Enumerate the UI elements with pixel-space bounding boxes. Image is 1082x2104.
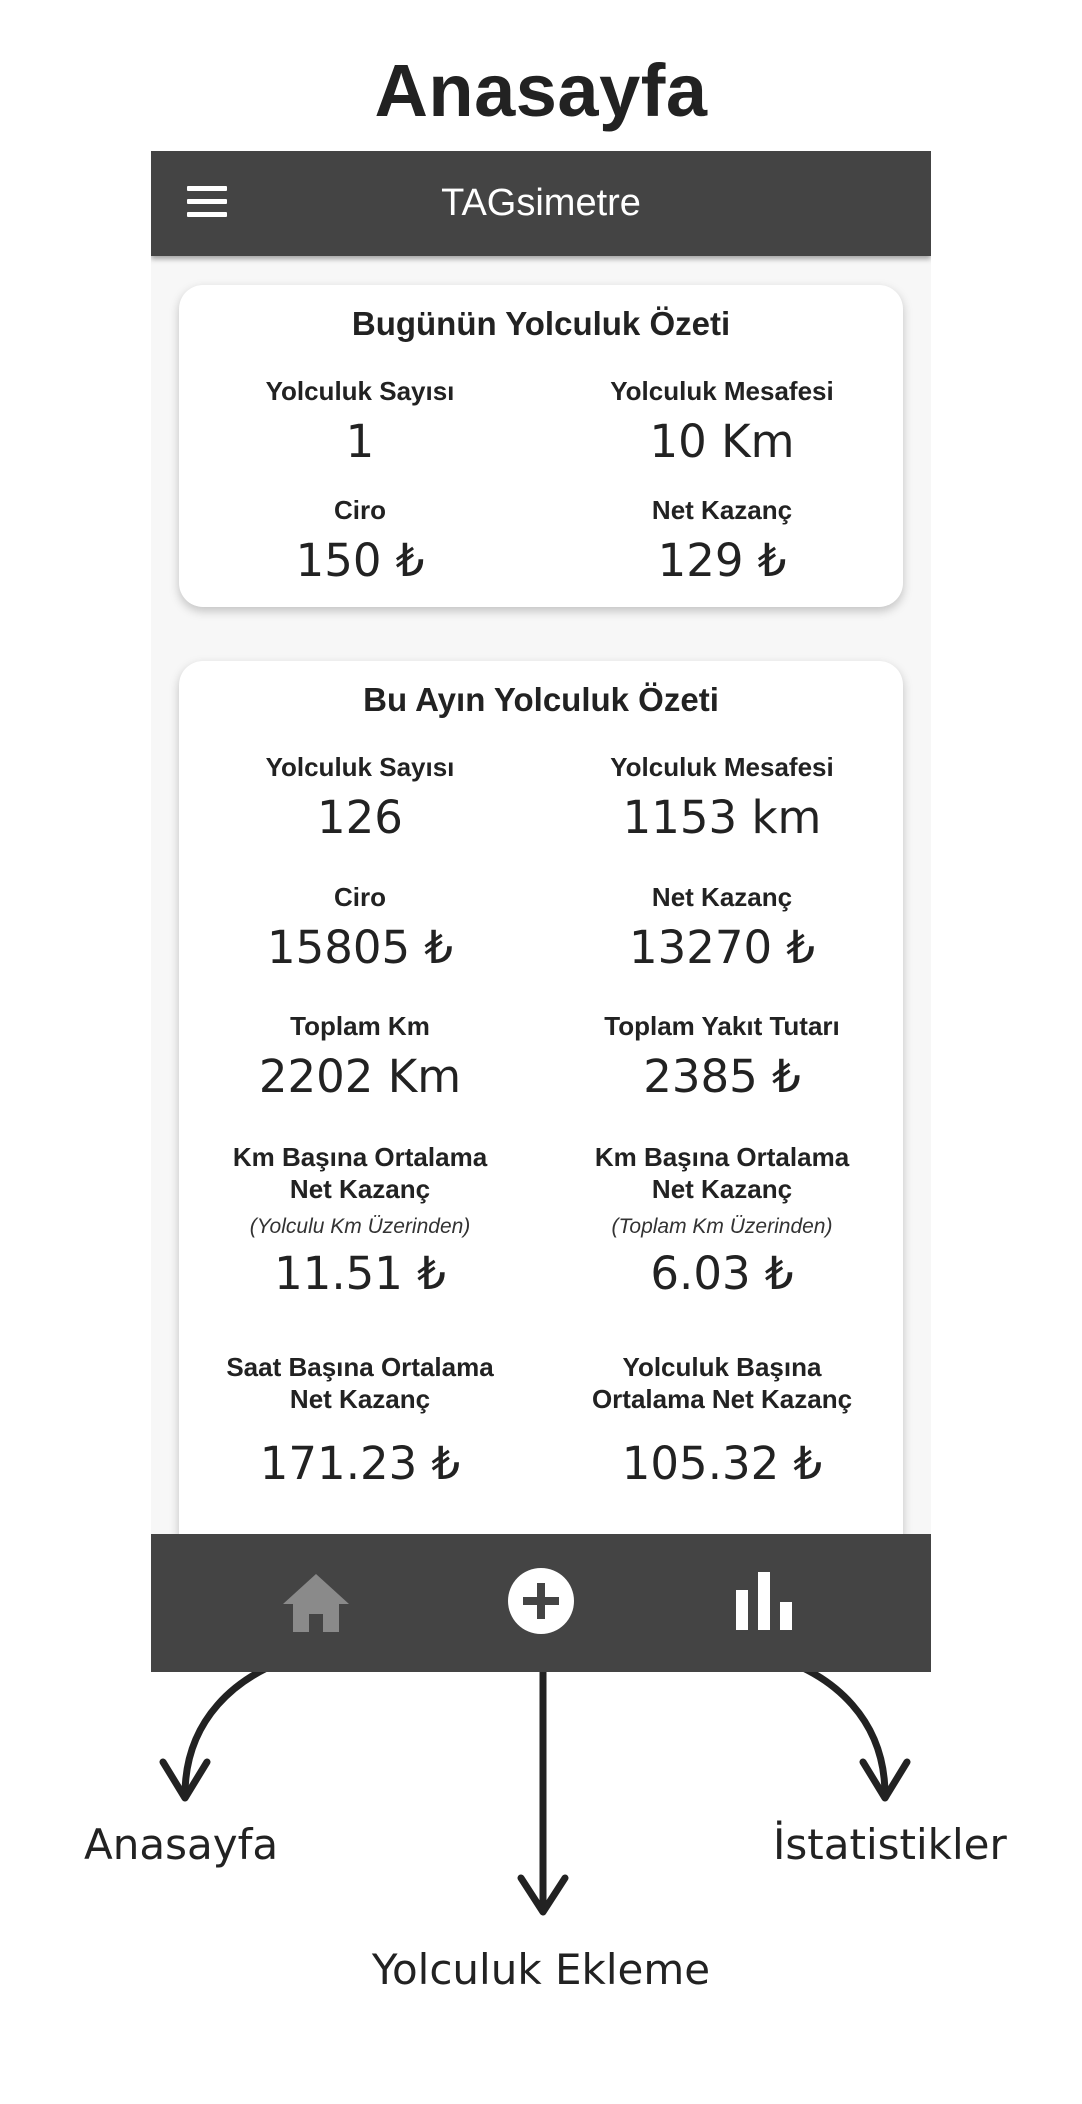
month-avg-net-per-hour: Saat Başına Ortalama Net Kazanç 171.23 ₺ — [179, 1351, 541, 1490]
stat-value: 13270 ₺ — [628, 921, 816, 974]
month-trip-count: Yolculuk Sayısı 126 — [179, 751, 541, 844]
bar-chart-icon — [736, 1572, 792, 1630]
stat-value: 105.32 ₺ — [621, 1437, 823, 1490]
stat-value: 10 Km — [649, 415, 795, 468]
bottom-navigation — [151, 1534, 931, 1672]
today-trip-count: Yolculuk Sayısı 1 — [179, 375, 541, 468]
stat-value: 171.23 ₺ — [259, 1437, 461, 1490]
stat-label: Ciro — [334, 882, 386, 912]
month-avg-net-per-total-km: Km Başına Ortalama Net Kazanç (Toplam Km… — [541, 1141, 903, 1300]
month-summary-card: Bu Ayın Yolculuk Özeti Yolculuk Sayısı 1… — [179, 661, 903, 1601]
stat-label-line1: Km Başına Ortalama — [594, 1142, 850, 1172]
stat-value: 6.03 ₺ — [650, 1247, 794, 1300]
callout-add-trip: Yolculuk Ekleme — [371, 1945, 711, 1994]
stat-label: Yolculuk Mesafesi — [610, 752, 834, 782]
month-total-fuel-cost: Toplam Yakıt Tutarı 2385 ₺ — [541, 1010, 903, 1103]
stat-value: 126 — [317, 791, 403, 844]
app-bar: TAGsimetre — [151, 151, 931, 256]
today-summary-card: Bugünün Yolculuk Özeti Yolculuk Sayısı 1… — [179, 285, 903, 607]
stat-label: Net Kazanç — [651, 882, 793, 912]
phone-screen: TAGsimetre Bugünün Yolculuk Özeti Yolcul… — [151, 151, 931, 1672]
stat-note: (Yolculu Km Üzerinden) — [249, 1215, 471, 1238]
callout-statistics: İstatistikler — [773, 1820, 1007, 1869]
home-arrowhead — [159, 1758, 211, 1802]
stat-label-line1: Km Başına Ortalama — [232, 1142, 488, 1172]
stat-value: 150 ₺ — [295, 534, 425, 587]
add-arrowhead — [517, 1874, 569, 1916]
callout-home: Anasayfa — [84, 1820, 279, 1869]
today-trip-distance: Yolculuk Mesafesi 10 Km — [541, 375, 903, 468]
stat-value: 1153 km — [622, 791, 822, 844]
month-net-earnings: Net Kazanç 13270 ₺ — [541, 881, 903, 974]
stat-label: Ciro — [334, 495, 386, 525]
stat-value: 129 ₺ — [657, 534, 787, 587]
stat-label-line2: Net Kazanç — [651, 1174, 793, 1204]
add-circle-icon — [508, 1568, 574, 1634]
stat-label: Yolculuk Sayısı — [265, 376, 455, 406]
month-trip-distance: Yolculuk Mesafesi 1153 km — [541, 751, 903, 844]
month-total-km: Toplam Km 2202 Km — [179, 1010, 541, 1103]
month-card-title: Bu Ayın Yolculuk Özeti — [363, 681, 719, 718]
nav-home-button[interactable] — [281, 1572, 351, 1634]
stat-label-line2: Net Kazanç — [289, 1174, 431, 1204]
stat-label: Toplam Yakıt Tutarı — [604, 1011, 840, 1041]
stat-label: Yolculuk Mesafesi — [610, 376, 834, 406]
nav-add-trip-button[interactable] — [507, 1567, 575, 1635]
stats-arrow — [754, 1648, 889, 1799]
today-card-title: Bugünün Yolculuk Özeti — [351, 305, 731, 342]
stat-label-line1: Saat Başına Ortalama — [226, 1352, 494, 1382]
today-revenue: Ciro 150 ₺ — [179, 494, 541, 587]
stat-label-line2: Net Kazanç — [289, 1384, 431, 1414]
stat-label: Net Kazanç — [651, 495, 793, 525]
home-icon — [283, 1574, 349, 1632]
page-heading: Anasayfa — [374, 49, 708, 132]
month-avg-net-per-trip-km: Km Başına Ortalama Net Kazanç (Yolculu K… — [179, 1141, 541, 1300]
stat-value: 2202 Km — [258, 1050, 462, 1103]
month-revenue: Ciro 15805 ₺ — [179, 881, 541, 974]
stat-label: Toplam Km — [290, 1011, 430, 1041]
stat-label-line2: Ortalama Net Kazanç — [591, 1384, 853, 1414]
stat-value: 15805 ₺ — [266, 921, 454, 974]
stat-value: 1 — [345, 415, 375, 468]
home-arrow — [181, 1648, 316, 1799]
stat-value: 11.51 ₺ — [274, 1247, 446, 1300]
stats-arrowhead — [859, 1758, 911, 1802]
today-net-earnings: Net Kazanç 129 ₺ — [541, 494, 903, 587]
month-avg-net-per-trip: Yolculuk Başına Ortalama Net Kazanç 105.… — [541, 1351, 903, 1490]
stat-label: Yolculuk Sayısı — [265, 752, 455, 782]
nav-statistics-button[interactable] — [736, 1572, 792, 1630]
stat-label-line1: Yolculuk Başına — [622, 1352, 822, 1382]
stat-value: 2385 ₺ — [643, 1050, 801, 1103]
app-title: TAGsimetre — [441, 182, 641, 224]
stat-note: (Toplam Km Üzerinden) — [611, 1215, 833, 1238]
